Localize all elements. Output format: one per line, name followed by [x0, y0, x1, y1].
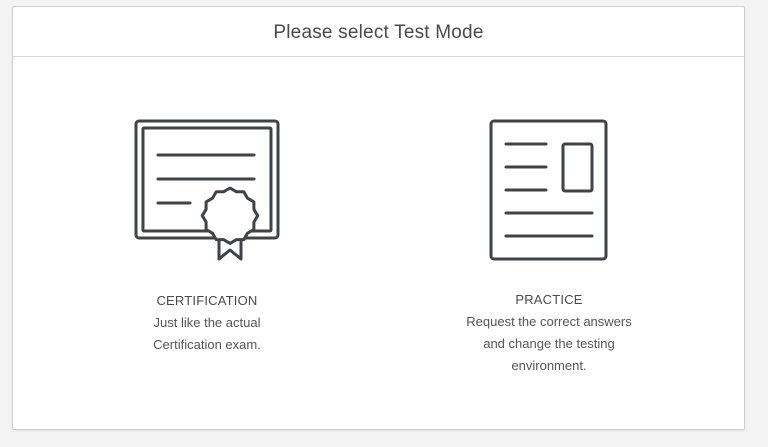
dialog-header: Please select Test Mode	[13, 7, 744, 57]
practice-description: Request the correct answers and change t…	[466, 314, 632, 373]
practice-label: PRACTICE	[515, 292, 583, 307]
certification-mode-option[interactable]: CERTIFICATION Just like the actual Certi…	[72, 67, 342, 407]
document-icon-wrapper	[414, 67, 684, 282]
certificate-icon	[134, 119, 280, 261]
certificate-icon-wrapper	[72, 67, 342, 282]
test-mode-dialog: Please select Test Mode CERTIFICATION Ju…	[12, 6, 745, 430]
dialog-title: Please select Test Mode	[273, 21, 484, 43]
practice-mode-option[interactable]: PRACTICE Request the correct answers and…	[414, 67, 684, 407]
document-icon	[489, 119, 608, 261]
certification-label: CERTIFICATION	[156, 293, 258, 308]
certification-description: Just like the actual Certification exam.	[153, 315, 261, 352]
